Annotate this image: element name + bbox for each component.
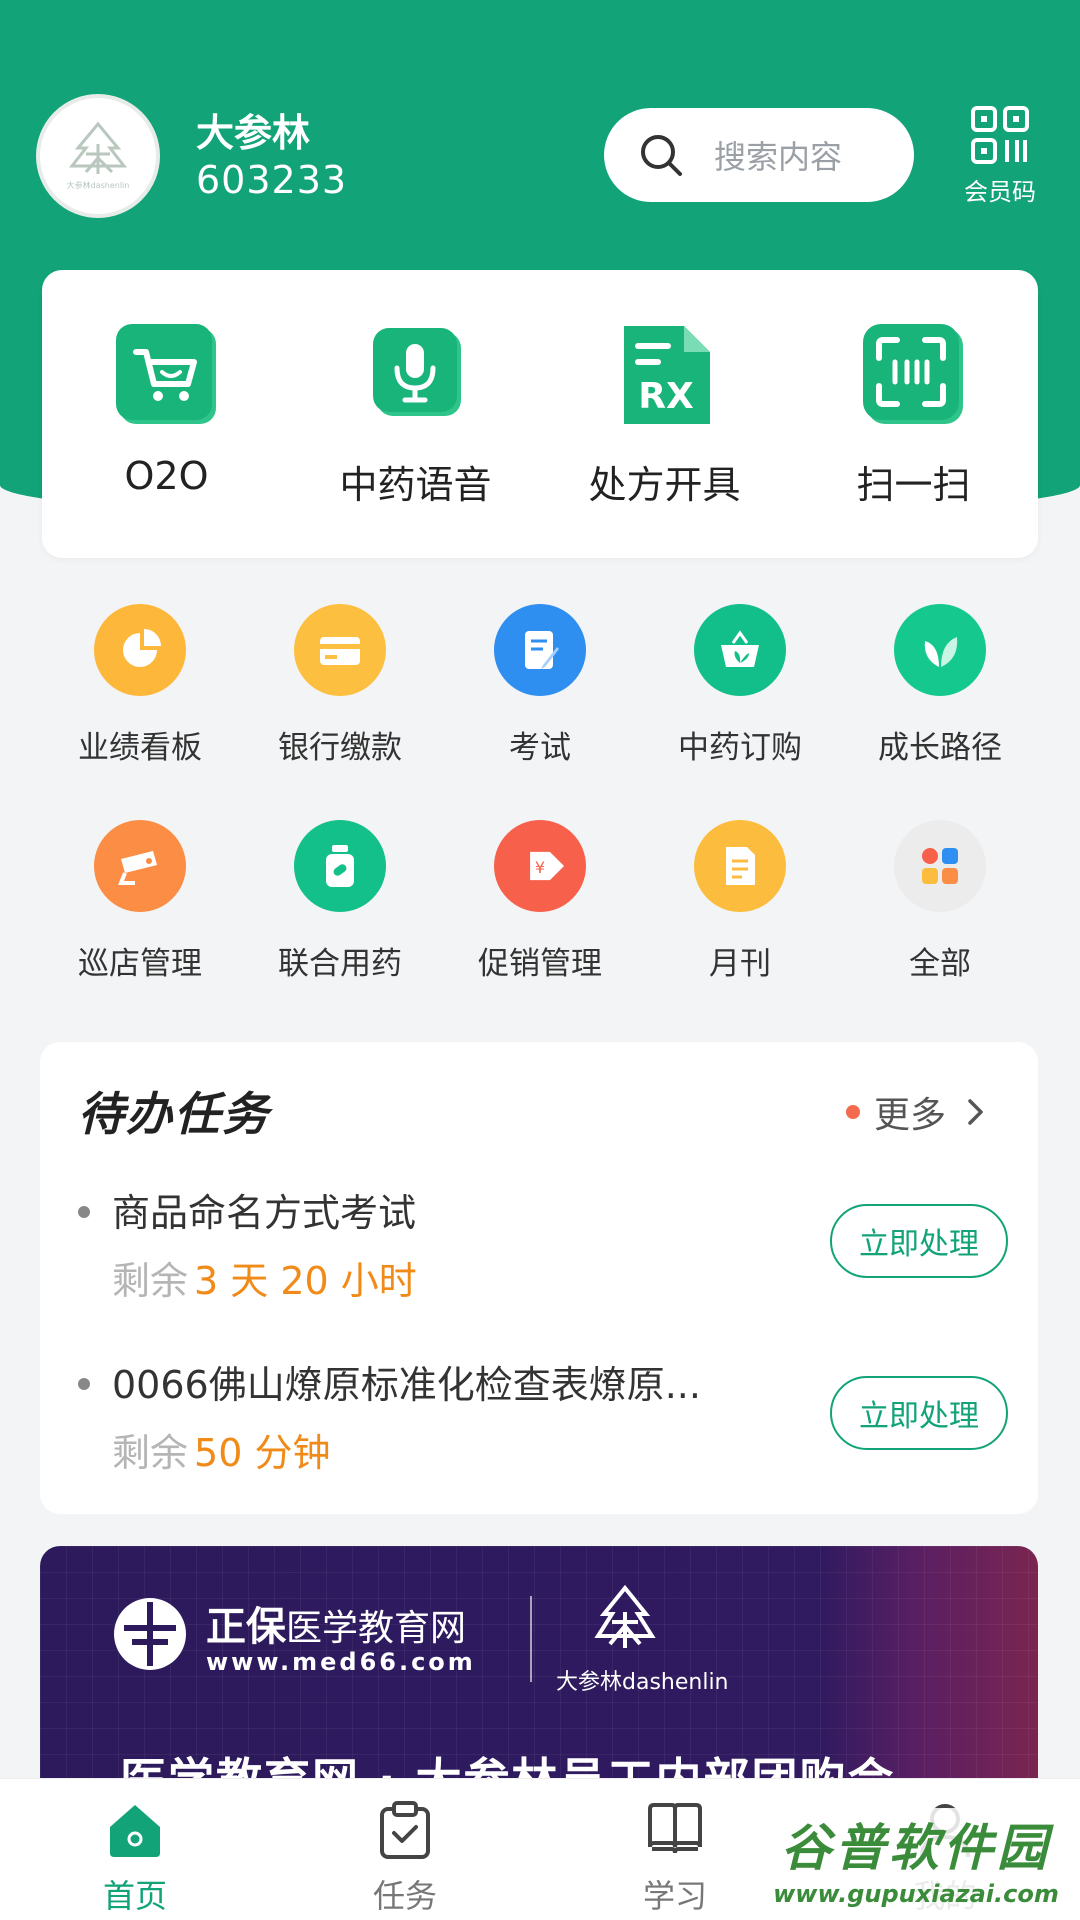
grid-item-label: 促销管理 [478, 946, 602, 982]
grid-item-bank-payment[interactable]: 银行缴款 [240, 604, 440, 820]
task-remaining: 剩余 50 分钟 [112, 1422, 330, 1477]
quick-actions-card: O2O 中药语音 RX 处方开具 扫一扫 [42, 270, 1038, 558]
price-tag-icon: ¥ [494, 820, 586, 912]
function-grid: 业绩看板 银行缴款 考试 中药订购 成长路径 巡店管理 联合用药 ¥ 促销管理 … [40, 604, 1040, 1036]
document-icon [694, 820, 786, 912]
svg-text:¥: ¥ [535, 858, 545, 877]
all-apps-icon [894, 820, 986, 912]
user-id: 603233 [196, 158, 348, 202]
banner-url: www.med66.com [206, 1648, 476, 1676]
todo-card: 待办任务 更多 商品命名方式考试 剩余 3 天 20 小时 立即处理 0066佛山… [40, 1042, 1038, 1514]
task-item: 商品命名方式考试 剩余 3 天 20 小时 立即处理 [78, 1182, 1008, 1332]
pie-chart-icon [94, 604, 186, 696]
grid-item-label: 银行缴款 [278, 730, 402, 766]
user-name: 大参林 [196, 111, 311, 155]
tab-home[interactable]: 首页 [0, 1779, 270, 1920]
banner-brand-sub: 医学教育网 [286, 1608, 467, 1649]
svg-text:大参林dashenlin: 大参林dashenlin [67, 180, 130, 190]
search-placeholder: 搜索内容 [714, 138, 843, 176]
quick-action-prescription[interactable]: RX 处方开具 [540, 270, 789, 558]
task-remaining: 剩余 3 天 20 小时 [112, 1250, 417, 1305]
avatar[interactable]: 大参林dashenlin [36, 94, 160, 218]
grid-item-growth-path[interactable]: 成长路径 [840, 604, 1040, 820]
camera-patrol-icon [94, 820, 186, 912]
task-item: 0066佛山燎原标准化检查表燎原... 剩余 50 分钟 立即处理 [78, 1354, 1008, 1504]
grid-item-store-patrol[interactable]: 巡店管理 [40, 820, 240, 1036]
grid-item-performance[interactable]: 业绩看板 [40, 604, 240, 820]
dashenlin-logo-icon: 大参林dashenlin [67, 121, 130, 190]
quick-action-label: 扫一扫 [856, 463, 971, 507]
banner-partner: 大参林dashenlin [556, 1670, 729, 1695]
grid-item-promotion[interactable]: ¥ 促销管理 [440, 820, 640, 1036]
banner-brand-main: 正保 [206, 1604, 286, 1650]
grid-item-all[interactable]: 全部 [840, 820, 1040, 1036]
chevron-right-icon [968, 1099, 983, 1125]
medicine-bottle-icon [294, 820, 386, 912]
tab-label: 学习 [642, 1877, 707, 1915]
bullet-dot [78, 1378, 90, 1390]
grid-item-exam[interactable]: 考试 [440, 604, 640, 820]
quick-action-voice[interactable]: 中药语音 [291, 270, 540, 558]
med66-logo-icon [114, 1598, 186, 1670]
exam-edit-icon [494, 604, 586, 696]
process-now-button[interactable]: 立即处理 [830, 1376, 1008, 1450]
grid-item-label: 中药订购 [678, 730, 802, 766]
tab-label: 任务 [372, 1877, 437, 1915]
tab-label: 首页 [102, 1877, 167, 1915]
todo-title: 待办任务 [78, 1087, 270, 1141]
process-now-button[interactable]: 立即处理 [830, 1204, 1008, 1278]
banner-brand: 正保医学教育网 [206, 1594, 466, 1652]
tab-tasks[interactable]: 任务 [270, 1779, 540, 1920]
prescription-rx-icon: RX [623, 326, 710, 424]
scan-icon [862, 324, 963, 424]
bullet-dot [78, 1206, 90, 1218]
shopping-cart-icon [115, 324, 216, 424]
quick-action-scan[interactable]: 扫一扫 [789, 270, 1038, 558]
notification-dot [845, 1105, 860, 1119]
remain-prefix: 剩余 [112, 1259, 189, 1303]
member-code-label: 会员码 [964, 178, 1036, 206]
promo-banner[interactable]: 正保医学教育网 www.med66.com 大参林dashenlin 医学教育网… [40, 1546, 1038, 1796]
remain-value: 50 分钟 [194, 1431, 331, 1475]
search-icon [641, 135, 682, 176]
watermark-url: www.gupuxiazai.com [773, 1880, 1059, 1908]
grid-item-label: 业绩看板 [78, 730, 202, 766]
herb-basket-icon [694, 604, 786, 696]
search-input[interactable]: 搜索内容 [604, 108, 914, 202]
remain-value: 3 天 20 小时 [194, 1259, 417, 1303]
quick-action-label: O2O [124, 454, 209, 498]
banner-divider [530, 1596, 532, 1682]
dashenlin-logo-icon [594, 1584, 656, 1648]
leaf-icon [894, 604, 986, 696]
quick-action-label: 中药语音 [339, 463, 492, 507]
watermark-title: 谷普软件园 [781, 1819, 1051, 1877]
grid-item-label: 考试 [509, 730, 571, 766]
bank-card-icon [294, 604, 386, 696]
more-button[interactable]: 更多 [845, 1086, 990, 1138]
grid-item-label: 月刊 [709, 946, 771, 982]
quick-action-o2o[interactable]: O2O [42, 270, 291, 558]
more-label: 更多 [873, 1095, 946, 1136]
remain-prefix: 剩余 [112, 1431, 189, 1475]
grid-item-label: 全部 [909, 946, 971, 982]
book-icon [648, 1803, 702, 1854]
microphone-icon [372, 328, 461, 416]
task-name: 商品命名方式考试 [112, 1191, 417, 1235]
qr-code-icon [971, 106, 1029, 164]
grid-item-label: 成长路径 [878, 730, 1002, 766]
task-name: 0066佛山燎原标准化检查表燎原... [112, 1363, 701, 1407]
svg-text:RX: RX [638, 376, 694, 417]
quick-action-label: 处方开具 [588, 463, 741, 507]
grid-item-combined-medication[interactable]: 联合用药 [240, 820, 440, 1036]
home-icon [110, 1805, 160, 1857]
task-clipboard-icon [380, 1801, 430, 1859]
grid-item-label: 联合用药 [278, 946, 402, 982]
site-watermark: 谷普软件园 www.gupuxiazai.com [756, 1808, 1076, 1914]
grid-item-label: 巡店管理 [78, 946, 202, 982]
grid-item-herb-order[interactable]: 中药订购 [640, 604, 840, 820]
member-code-button[interactable]: 会员码 [958, 104, 1042, 207]
grid-item-monthly[interactable]: 月刊 [640, 820, 840, 1036]
